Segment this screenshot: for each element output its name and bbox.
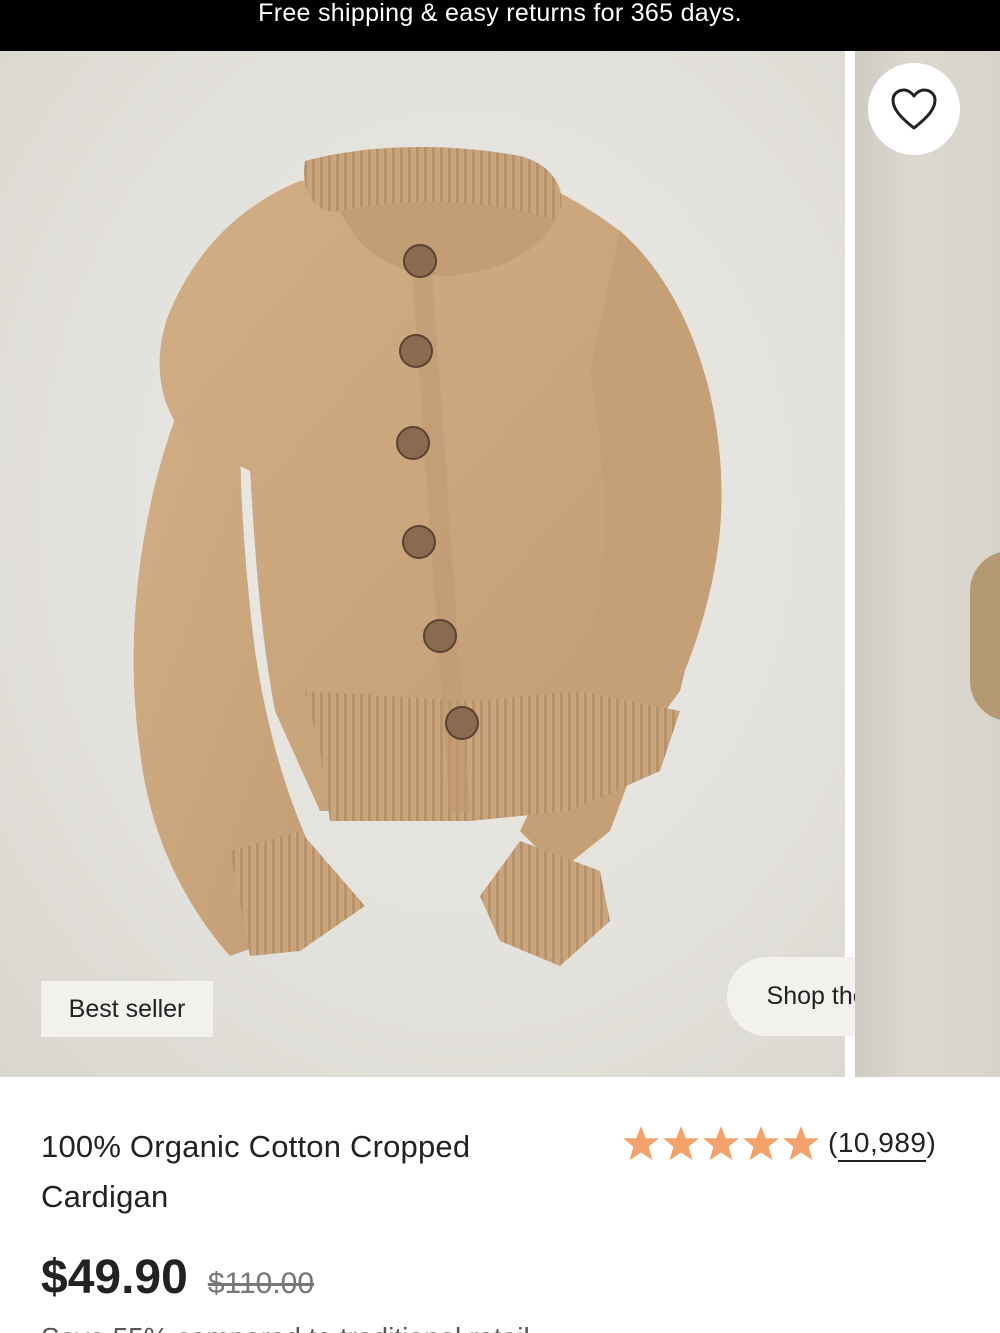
review-count-link[interactable]: (10,989) xyxy=(828,1127,936,1162)
price-row: $49.90 $110.00 xyxy=(41,1250,314,1305)
badge-label: Best seller xyxy=(68,994,186,1023)
star-icon xyxy=(742,1125,780,1161)
star-icon xyxy=(662,1125,700,1161)
star-icon xyxy=(622,1125,660,1161)
product-rating[interactable]: (10,989) xyxy=(622,1124,936,1162)
review-count[interactable]: 10,989 xyxy=(837,1127,927,1162)
star-icon xyxy=(782,1125,820,1161)
original-price: $110.00 xyxy=(207,1267,315,1300)
product-title: 100% Organic Cotton Cropped Cardigan xyxy=(41,1129,471,1214)
star-icon xyxy=(702,1125,740,1161)
best-seller-badge: Best seller xyxy=(41,981,213,1037)
model-partial xyxy=(970,551,1000,721)
heart-icon xyxy=(891,88,937,130)
savings-text: Save 55% compared to traditional retail xyxy=(41,1322,530,1333)
promo-banner: Free shipping & easy returns for 365 day… xyxy=(0,0,1000,51)
product-image-gallery[interactable]: Best seller Shop the look xyxy=(0,51,1000,1077)
rating-stars xyxy=(622,1124,820,1162)
product-image-next[interactable] xyxy=(855,51,1000,1077)
sale-price: $49.90 xyxy=(41,1251,188,1304)
favorite-button[interactable] xyxy=(868,63,960,155)
promo-text: Free shipping & easy returns for 365 day… xyxy=(258,0,742,27)
product-image-main[interactable]: Best seller Shop the look xyxy=(0,51,959,1077)
cardigan-image xyxy=(133,146,722,966)
